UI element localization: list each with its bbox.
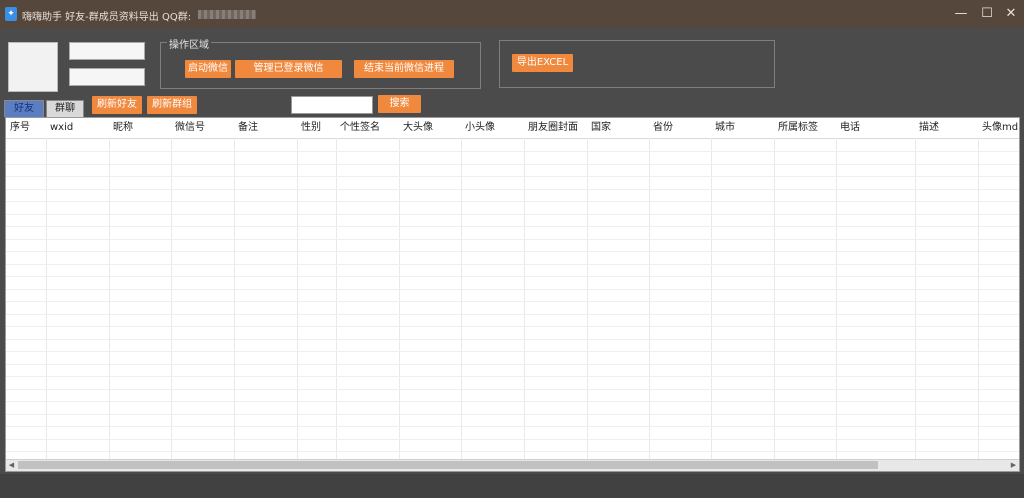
grid-row-line bbox=[6, 226, 1019, 227]
grid-row-line bbox=[6, 426, 1019, 427]
column-header[interactable]: 个性签名 bbox=[336, 118, 399, 138]
grid-row-line bbox=[6, 289, 1019, 290]
title-bar: ✦ 嗨嗨助手 好友-群成员资料导出 QQ群: — ☐ ✕ bbox=[0, 0, 1024, 28]
grid-column-line bbox=[649, 138, 650, 459]
qq-group-label: QQ群: bbox=[162, 12, 192, 23]
grid-row-line bbox=[6, 364, 1019, 365]
grid-row-line bbox=[6, 376, 1019, 377]
search-input[interactable] bbox=[291, 96, 373, 114]
column-header[interactable]: 序号 bbox=[6, 118, 46, 138]
grid-row-line bbox=[6, 214, 1019, 215]
grid-row-line bbox=[6, 151, 1019, 152]
grid-row-line bbox=[6, 389, 1019, 390]
column-header[interactable]: 国家 bbox=[587, 118, 649, 138]
data-grid[interactable]: 序号 wxid 昵称 微信号 备注 性别 个性签名 大头像 小头像 朋友圈封面 国家 省份 城市 所属标签… bbox=[5, 117, 1020, 472]
export-groupbox: 导出EXCEL bbox=[499, 40, 775, 88]
grid-row-line bbox=[6, 164, 1019, 165]
app-logo-icon: ✦ bbox=[5, 7, 17, 21]
grid-column-line bbox=[336, 138, 337, 459]
grid-column-line bbox=[461, 138, 462, 459]
column-header[interactable]: 大头像 bbox=[399, 118, 461, 138]
grid-column-line bbox=[524, 138, 525, 459]
grid-column-line bbox=[399, 138, 400, 459]
end-wechat-process-button[interactable]: 结束当前微信进程 bbox=[354, 60, 454, 78]
column-header[interactable]: 微信号 bbox=[171, 118, 234, 138]
window-title: 嗨嗨助手 好友-群成员资料导出 bbox=[22, 12, 159, 23]
grid-column-line bbox=[171, 138, 172, 459]
tab-friends[interactable]: 好友 bbox=[4, 100, 44, 117]
grid-column-line bbox=[109, 138, 110, 459]
grid-row-line bbox=[6, 326, 1019, 327]
close-button[interactable]: ✕ bbox=[996, 0, 1024, 28]
grid-column-line bbox=[587, 138, 588, 459]
grid-row-line bbox=[6, 401, 1019, 402]
grid-row-line bbox=[6, 189, 1019, 190]
grid-column-line bbox=[978, 138, 979, 459]
grid-column-line bbox=[234, 138, 235, 459]
grid-row-line bbox=[6, 414, 1019, 415]
column-header[interactable]: 小头像 bbox=[461, 118, 524, 138]
column-header[interactable]: 所属标签 bbox=[774, 118, 836, 138]
grid-row-line bbox=[6, 276, 1019, 277]
column-header[interactable]: 描述 bbox=[915, 118, 978, 138]
scrollbar-thumb[interactable] bbox=[18, 461, 878, 469]
grid-column-line bbox=[297, 138, 298, 459]
column-header[interactable]: 朋友圈封面 bbox=[524, 118, 587, 138]
column-header[interactable]: 备注 bbox=[234, 118, 297, 138]
column-header[interactable]: 性别 bbox=[297, 118, 336, 138]
status-bar bbox=[0, 474, 1024, 498]
grid-column-line bbox=[46, 138, 47, 459]
grid-row-line bbox=[6, 351, 1019, 352]
grid-row-line bbox=[6, 451, 1019, 452]
grid-row-line bbox=[6, 251, 1019, 252]
grid-row-line bbox=[6, 201, 1019, 202]
start-wechat-button[interactable]: 启动微信 bbox=[185, 60, 231, 78]
left-arrow-icon[interactable]: ◀ bbox=[6, 460, 17, 471]
grid-row-line bbox=[6, 176, 1019, 177]
grid-column-line bbox=[836, 138, 837, 459]
right-arrow-icon[interactable]: ▶ bbox=[1008, 460, 1019, 471]
column-header[interactable]: wxid bbox=[46, 118, 109, 138]
grid-row-line bbox=[6, 239, 1019, 240]
column-header[interactable]: 城市 bbox=[711, 118, 774, 138]
operation-groupbox: 操作区域 启动微信 管理已登录微信 结束当前微信进程 bbox=[160, 36, 481, 89]
tab-group-chats[interactable]: 群聊 bbox=[46, 100, 84, 117]
export-excel-button[interactable]: 导出EXCEL bbox=[512, 54, 573, 72]
column-header[interactable]: 省份 bbox=[649, 118, 711, 138]
grid-column-line bbox=[774, 138, 775, 459]
account-id-field bbox=[69, 68, 145, 86]
manage-logged-in-wechat-button[interactable]: 管理已登录微信 bbox=[235, 60, 342, 78]
main-content: 操作区域 启动微信 管理已登录微信 结束当前微信进程 导出EXCEL 好友 群聊… bbox=[0, 28, 1024, 498]
grid-row-line bbox=[6, 301, 1019, 302]
table-header: 序号 wxid 昵称 微信号 备注 性别 个性签名 大头像 小头像 朋友圈封面 国家 省份 城市 所属标签… bbox=[6, 118, 1019, 139]
account-name-field bbox=[69, 42, 145, 60]
column-header[interactable]: 头像md5 bbox=[978, 118, 1019, 138]
column-header[interactable]: 电话 bbox=[836, 118, 915, 138]
qq-group-number-redacted bbox=[198, 10, 256, 19]
grid-column-line bbox=[915, 138, 916, 459]
grid-row-line bbox=[6, 339, 1019, 340]
refresh-friends-button[interactable]: 刷新好友 bbox=[92, 96, 142, 114]
column-header[interactable]: 昵称 bbox=[109, 118, 171, 138]
refresh-groups-button[interactable]: 刷新群组 bbox=[147, 96, 197, 114]
grid-row-line bbox=[6, 264, 1019, 265]
horizontal-scrollbar[interactable]: ◀ ▶ bbox=[6, 459, 1019, 471]
avatar bbox=[8, 42, 58, 92]
grid-column-line bbox=[711, 138, 712, 459]
search-button[interactable]: 搜索 bbox=[378, 95, 421, 113]
grid-row-line bbox=[6, 314, 1019, 315]
grid-row-line bbox=[6, 439, 1019, 440]
operation-group-legend: 操作区域 bbox=[167, 36, 211, 51]
